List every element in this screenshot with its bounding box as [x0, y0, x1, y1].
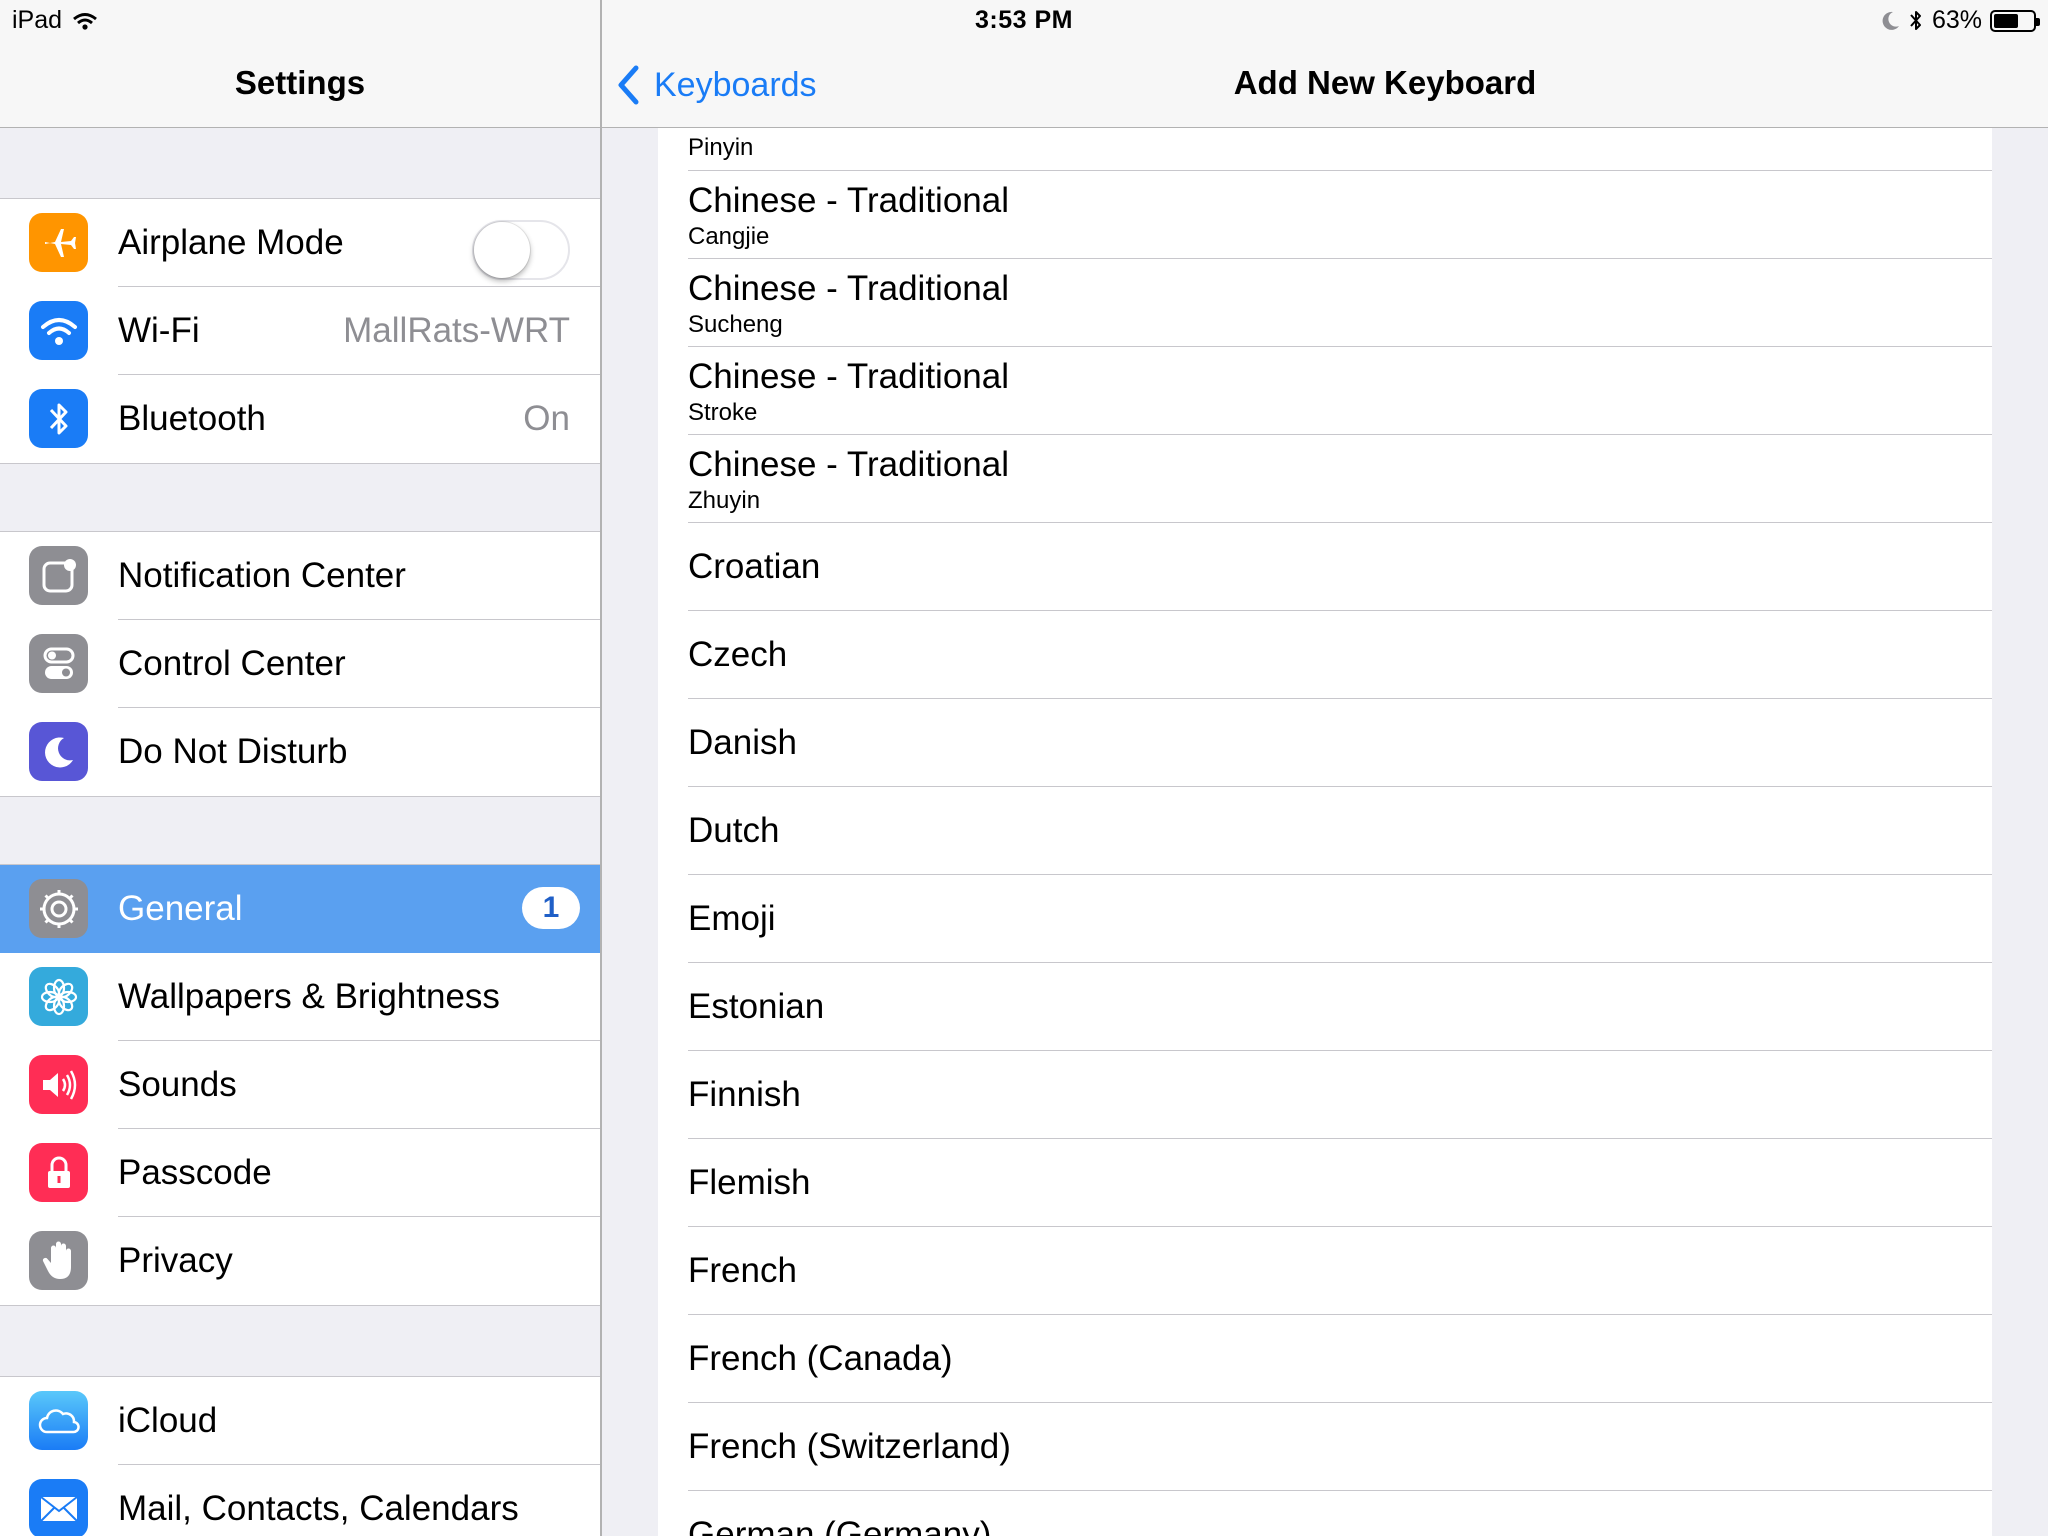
keyboard-list: Pinyin Chinese - Traditional Cangjie Chi…: [658, 128, 1992, 1536]
settings-row-sounds[interactable]: Sounds: [0, 1041, 600, 1129]
settings-group-connectivity: Airplane Mode Wi-Fi MallRats-WRT Bluetoo…: [0, 198, 600, 464]
settings-row-airplane-mode: Airplane Mode: [0, 199, 600, 287]
keyboard-name: French (Canada): [688, 1339, 953, 1378]
settings-row-notification-center[interactable]: Notification Center: [0, 532, 600, 620]
settings-row-label: Mail, Contacts, Calendars: [118, 1489, 519, 1528]
keyboard-row-chinese-traditional-zhuyin[interactable]: Chinese - Traditional Zhuyin: [658, 435, 1992, 523]
control-center-icon: [29, 634, 88, 693]
moon-icon: [1882, 11, 1899, 30]
keyboard-name: French: [688, 1251, 797, 1290]
page-title: Add New Keyboard: [1233, 64, 1537, 101]
settings-row-label: iCloud: [118, 1401, 218, 1440]
airplane-icon: [29, 213, 88, 272]
keyboard-name: German (Germany): [688, 1515, 992, 1536]
settings-row-general[interactable]: General 1: [0, 865, 600, 953]
settings-group-accounts: iCloud Mail, Contacts, Calendars: [0, 1376, 600, 1536]
settings-row-label: Airplane Mode: [118, 223, 344, 262]
keyboard-row-chinese-traditional-stroke[interactable]: Chinese - Traditional Stroke: [658, 347, 1992, 435]
keyboard-row-french[interactable]: French: [658, 1227, 1992, 1315]
keyboard-name: Finnish: [688, 1075, 801, 1114]
keyboard-name: Czech: [688, 635, 788, 674]
keyboard-variant: Stroke: [688, 399, 758, 426]
moon-icon: [29, 722, 88, 781]
hand-icon: [29, 1231, 88, 1290]
settings-row-label: Bluetooth: [118, 399, 266, 438]
settings-row-label: Do Not Disturb: [118, 732, 348, 771]
settings-row-passcode[interactable]: Passcode: [0, 1129, 600, 1217]
keyboard-name: Flemish: [688, 1163, 811, 1202]
keyboard-row-pinyin[interactable]: Pinyin: [658, 128, 1992, 171]
settings-row-bluetooth[interactable]: Bluetooth On: [0, 375, 600, 463]
keyboard-row-croatian[interactable]: Croatian: [658, 523, 1992, 611]
bluetooth-status-value: On: [523, 399, 570, 438]
flower-icon: [29, 967, 88, 1026]
keyboard-row-german-germany[interactable]: German (Germany): [658, 1491, 1992, 1536]
keyboard-variant: Cangjie: [688, 223, 770, 250]
keyboard-name: Danish: [688, 723, 797, 762]
mail-icon: [29, 1479, 88, 1536]
keyboard-row-czech[interactable]: Czech: [658, 611, 1992, 699]
settings-group-notifications: Notification Center Control Center Do No…: [0, 531, 600, 797]
speaker-icon: [29, 1055, 88, 1114]
status-bar: iPad 3:53 PM 63%: [0, 0, 2048, 42]
settings-row-label: Privacy: [118, 1241, 233, 1280]
keyboard-name: Chinese - Traditional: [688, 357, 1009, 396]
keyboard-name: Chinese - Traditional: [688, 445, 1009, 484]
cloud-icon: [29, 1391, 88, 1450]
settings-row-label: Wallpapers & Brightness: [118, 977, 500, 1016]
settings-row-label: Passcode: [118, 1153, 272, 1192]
settings-row-label: Wi-Fi: [118, 311, 200, 350]
settings-master-pane: Settings Airplane Mode Wi-Fi MallRats-WR…: [0, 0, 600, 1536]
add-keyboard-detail-pane: Keyboards Add New Keyboard Pinyin Chines…: [602, 0, 2048, 1536]
keyboard-variant: Zhuyin: [688, 487, 761, 514]
keyboard-variant: Pinyin: [688, 134, 754, 161]
gear-icon: [29, 879, 88, 938]
battery-icon: [1990, 9, 2040, 32]
keyboard-row-finnish[interactable]: Finnish: [658, 1051, 1992, 1139]
keyboard-row-french-switzerland[interactable]: French (Switzerland): [658, 1403, 1992, 1491]
settings-row-do-not-disturb[interactable]: Do Not Disturb: [0, 708, 600, 796]
settings-row-mail-contacts-calendars[interactable]: Mail, Contacts, Calendars: [0, 1465, 600, 1536]
keyboard-name: French (Switzerland): [688, 1427, 1011, 1466]
settings-row-label: General: [118, 889, 243, 928]
keyboard-name: Chinese - Traditional: [688, 269, 1009, 308]
settings-row-label: Sounds: [118, 1065, 237, 1104]
page-title: Settings: [234, 64, 366, 101]
settings-row-label: Control Center: [118, 644, 346, 683]
keyboard-row-chinese-traditional-cangjie[interactable]: Chinese - Traditional Cangjie: [658, 171, 1992, 259]
battery-percentage: 63%: [1931, 6, 1982, 34]
lock-icon: [29, 1143, 88, 1202]
status-time: 3:53 PM: [975, 6, 1073, 34]
status-bar-right: 63%: [1880, 6, 2040, 35]
keyboard-row-estonian[interactable]: Estonian: [658, 963, 1992, 1051]
keyboard-row-danish[interactable]: Danish: [658, 699, 1992, 787]
settings-row-icloud[interactable]: iCloud: [0, 1377, 600, 1465]
bluetooth-icon: [29, 389, 88, 448]
wifi-network-value: MallRats-WRT: [343, 311, 570, 350]
bluetooth-icon: [1910, 10, 1921, 30]
airplane-mode-toggle[interactable]: [472, 220, 570, 280]
settings-group-general: General 1 Wallpapers & Brightness Sounds…: [0, 864, 600, 1306]
keyboard-name: Emoji: [688, 899, 776, 938]
wifi-icon: [29, 301, 88, 360]
keyboard-name: Estonian: [688, 987, 825, 1026]
keyboard-name: Croatian: [688, 547, 821, 586]
keyboard-variant: Sucheng: [688, 311, 783, 338]
settings-row-control-center[interactable]: Control Center: [0, 620, 600, 708]
settings-row-wallpapers-brightness[interactable]: Wallpapers & Brightness: [0, 953, 600, 1041]
settings-row-wifi[interactable]: Wi-Fi MallRats-WRT: [0, 287, 600, 375]
keyboard-name: Chinese - Traditional: [688, 181, 1009, 220]
keyboard-row-chinese-traditional-sucheng[interactable]: Chinese - Traditional Sucheng: [658, 259, 1992, 347]
keyboard-row-flemish[interactable]: Flemish: [658, 1139, 1992, 1227]
keyboard-row-emoji[interactable]: Emoji: [658, 875, 1992, 963]
notification-center-icon: [29, 546, 88, 605]
update-badge: 1: [522, 887, 580, 929]
keyboard-row-dutch[interactable]: Dutch: [658, 787, 1992, 875]
keyboard-row-french-canada[interactable]: French (Canada): [658, 1315, 1992, 1403]
keyboard-name: Dutch: [688, 811, 780, 850]
settings-row-label: Notification Center: [118, 556, 406, 595]
settings-row-privacy[interactable]: Privacy: [0, 1217, 600, 1305]
battery-fill: [1994, 13, 2018, 28]
toggle-knob: [474, 222, 530, 278]
